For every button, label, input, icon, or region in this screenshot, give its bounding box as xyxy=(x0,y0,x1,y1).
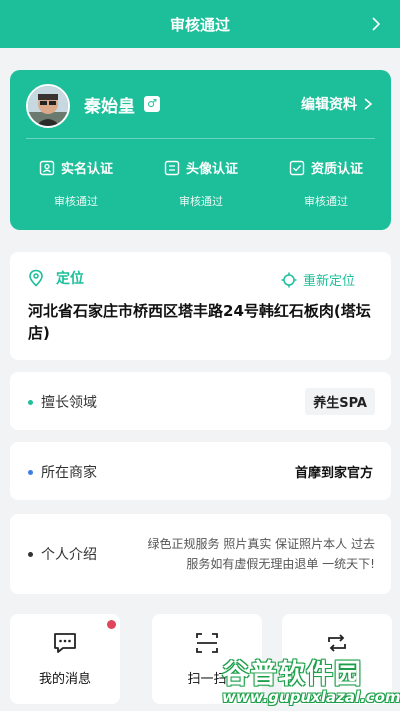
skill-tag: 养生SPA xyxy=(305,388,375,415)
cert-real-name[interactable]: 实名认证 审核通过 xyxy=(16,158,136,209)
location-pin-icon xyxy=(29,269,43,287)
relocate-button[interactable]: 重新定位 xyxy=(281,270,355,289)
watermark-logo: 谷普软件园 www.gupuxlazal.com xyxy=(222,652,400,708)
notification-badge xyxy=(107,620,116,629)
top-bar: 审核通过 xyxy=(0,0,400,48)
scan-icon xyxy=(196,633,218,653)
relocate-label: 重新定位 xyxy=(302,274,355,289)
cert-label: 头像认证 xyxy=(185,162,238,177)
cert-status: 审核通过 xyxy=(54,195,98,208)
bullet-dot xyxy=(28,399,33,405)
chevron-right-icon xyxy=(364,98,373,110)
divider xyxy=(26,138,375,139)
cert-status: 审核通过 xyxy=(304,195,348,208)
location-label: 定位 xyxy=(56,271,84,287)
tile-label: 我的消息 xyxy=(38,672,91,687)
crosshair-icon xyxy=(281,272,297,287)
chevron-right-icon[interactable] xyxy=(366,14,386,34)
page-title: 审核通过 xyxy=(169,15,230,34)
cert-label: 资质认证 xyxy=(310,162,363,177)
edit-profile-button[interactable]: 编辑资料 xyxy=(301,94,373,114)
cert-label: 实名认证 xyxy=(60,162,113,177)
intro-text: 绿色正规服务 照片真实 保证照片本人 过去服务如有虚假无理由退单 一统天下! xyxy=(147,537,375,571)
portrait-card-icon xyxy=(164,160,180,175)
location-card: 定位 重新定位 河北省石家庄市桥西区塔丰路24号韩红石板肉(塔坛店) xyxy=(10,252,391,360)
bullet-dot xyxy=(28,551,33,557)
cert-status: 审核通过 xyxy=(179,195,223,208)
intro-label: 个人介绍 xyxy=(41,547,97,563)
tile-my-messages[interactable]: 我的消息 xyxy=(10,614,120,704)
avatar[interactable] xyxy=(26,84,70,128)
bullet-dot xyxy=(28,469,33,475)
cert-avatar[interactable]: 头像认证 审核通过 xyxy=(141,158,261,209)
address-text: 河北省石家庄市桥西区塔丰路24号韩红石板肉(塔坛店) xyxy=(28,302,371,342)
cert-qualification[interactable]: 资质认证 审核通过 xyxy=(266,158,386,209)
male-icon: ♂ xyxy=(144,96,160,112)
merchant-value: 首摩到家官方 xyxy=(294,466,373,481)
watermark-title: 谷普软件园 xyxy=(222,659,362,690)
watermark-url: www.gupuxlazal.com xyxy=(222,688,400,706)
merchant-card[interactable]: 所在商家 首摩到家官方 xyxy=(10,442,391,500)
skills-label: 擅长领域 xyxy=(41,395,97,411)
message-icon xyxy=(54,633,76,653)
id-card-icon xyxy=(39,160,55,175)
skills-card[interactable]: 擅长领域 养生SPA xyxy=(10,372,391,430)
edit-profile-label: 编辑资料 xyxy=(301,97,357,113)
user-name: 秦始皇 xyxy=(84,97,135,117)
profile-card: 秦始皇 ♂ 编辑资料 实名认证 审核通过 头像认证 审核通过 资质认证 审核通过 xyxy=(10,70,391,230)
intro-card[interactable]: 个人介绍 绿色正规服务 照片真实 保证照片本人 过去服务如有虚假无理由退单 一统… xyxy=(10,514,391,594)
merchant-label: 所在商家 xyxy=(41,465,97,481)
check-box-icon xyxy=(289,160,305,175)
